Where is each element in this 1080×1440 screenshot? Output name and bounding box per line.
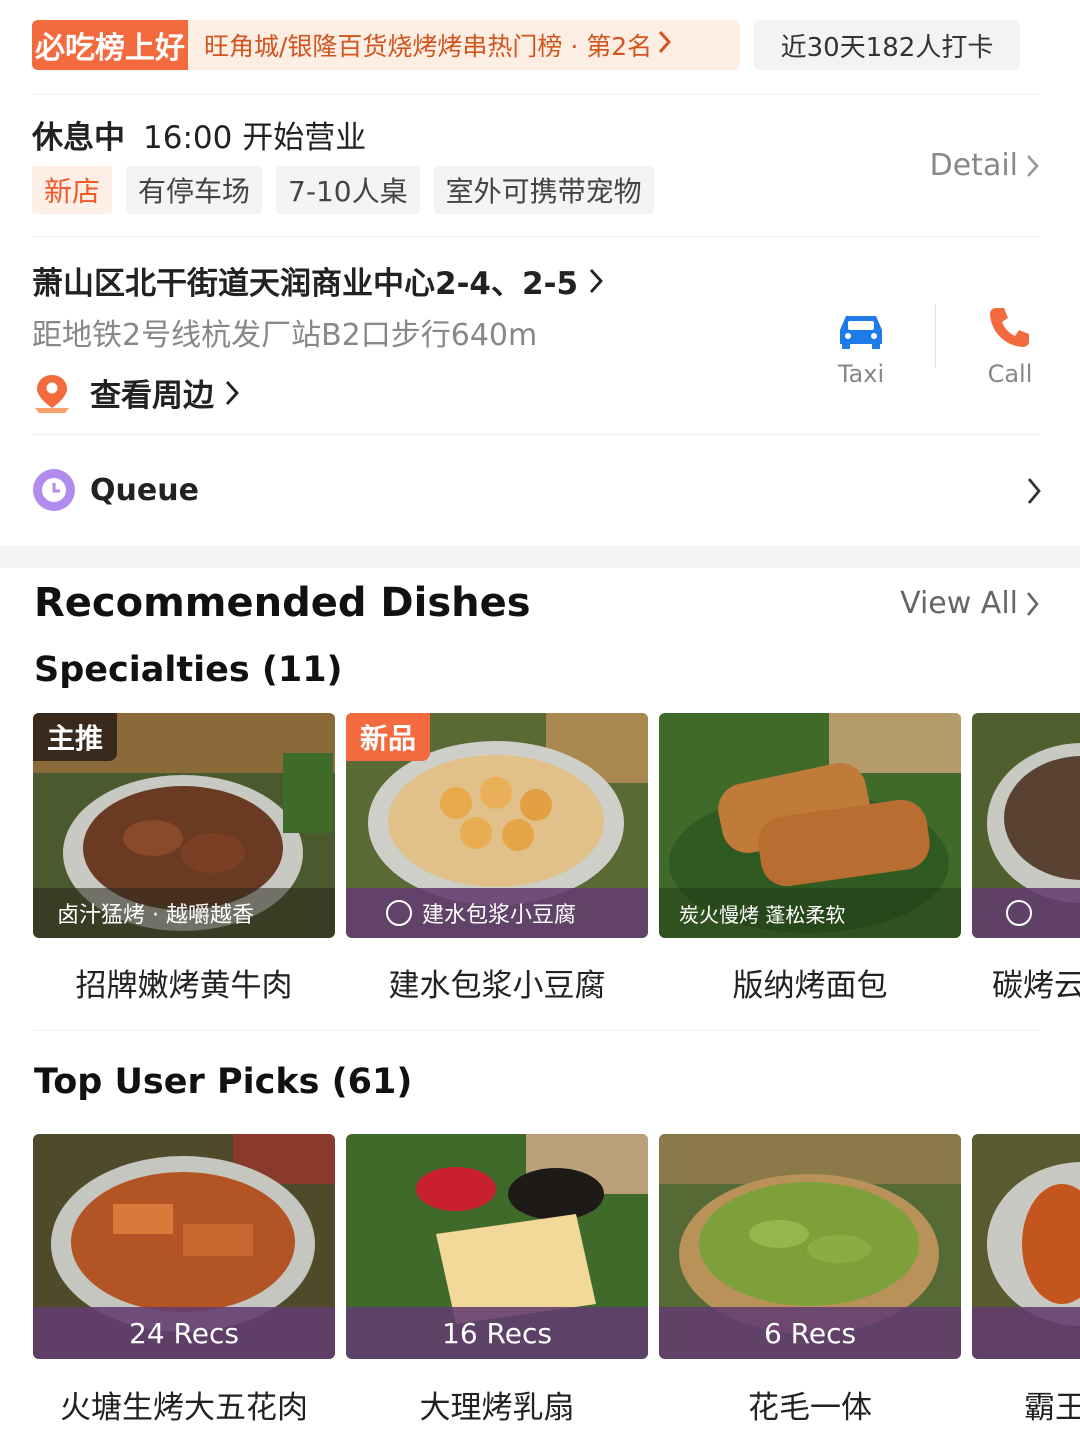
specialties-title: Specialties (11) [34,650,343,690]
view-all-label: View All [900,586,1018,621]
dish-name: 花毛一体 [748,1390,872,1426]
recommend-count [972,1307,1080,1359]
dish-name: 碳烤云 [992,968,1080,1004]
photo-caption: 卤汁猛烤 · 越嚼越香 [33,888,335,938]
section-separator [0,546,1080,568]
queue-row[interactable]: Queue [32,468,199,512]
dish-name: 霸王 [1024,1390,1080,1426]
queue-label: Queue [90,472,199,508]
dish-card[interactable]: 16 Recs [346,1134,648,1359]
chevron-right-icon [225,380,239,405]
tag-pets: 室外可携带宠物 [433,166,654,214]
photo-caption-text: 建水包浆小豆腐 [422,903,577,928]
divider [32,434,1040,435]
ranking-logo: 必吃榜上好 [32,20,188,70]
dish-name: 火塘生烤大五花肉 [60,1390,308,1426]
recommend-count: 6 Recs [659,1307,961,1359]
dish-card[interactable] [972,1134,1080,1359]
dish-card[interactable]: 主推 卤汁猛烤 · 越嚼越香 [33,713,335,938]
open-time: 16:00 开始营业 [143,120,367,156]
dish-card[interactable]: 6 Recs [659,1134,961,1359]
taxi-icon [840,316,882,349]
clock-icon [33,469,75,511]
call-button[interactable]: Call [955,296,1065,388]
dish-card[interactable]: 新品 建水包浆小豆腐 [346,713,648,938]
taxi-label: Taxi [837,360,885,388]
dish-card[interactable]: 24 Recs [33,1134,335,1359]
brand-seal-icon [386,900,412,926]
tag-parking: 有停车场 [126,166,263,214]
photo-caption: 建水包浆小豆腐 [346,888,648,938]
checkin-count-chip[interactable]: 近30天182人打卡 [754,20,1020,70]
view-all-link[interactable]: View All [900,586,1040,621]
photo-caption [972,888,1080,938]
chevron-right-icon [589,268,603,293]
ranking-text: 旺角城/银隆百货烧烤烤串热门榜 · 第2名 [204,32,653,61]
recommend-count: 24 Recs [33,1307,335,1359]
chevron-right-icon[interactable] [1026,476,1042,506]
chevron-right-icon [658,30,672,61]
dish-name: 大理烤乳扇 [419,1390,575,1426]
divider [32,94,1040,95]
detail-link[interactable]: Detail [930,148,1040,183]
badge-featured: 主推 [33,713,118,761]
dish-card[interactable] [972,713,1080,938]
chevron-right-icon [1027,154,1039,177]
dish-name: 建水包浆小豆腐 [388,968,606,1004]
recommended-title: Recommended Dishes [34,580,531,626]
subway-distance: 距地铁2号线杭发厂站B2口步行640m [32,318,538,353]
feature-tags: 新店 有停车场 7-10人桌 室外可携带宠物 [32,166,654,214]
nearby-link[interactable]: 查看周边 [32,370,240,415]
photo-caption: 炭火慢烤 蓬松柔软 [659,888,961,938]
dish-card[interactable]: 炭火慢烤 蓬松柔软 [659,713,961,938]
phone-icon [990,308,1029,347]
tag-new-store: 新店 [32,166,113,214]
nearby-label: 查看周边 [90,378,214,414]
divider [34,1030,1040,1031]
chevron-right-icon [1026,591,1039,616]
detail-label: Detail [929,148,1018,183]
brand-seal-icon [1006,900,1032,926]
top-picks-title: Top User Picks (61) [34,1062,413,1102]
address-link[interactable]: 萧山区北干街道天润商业中心2-4、2-5 [32,258,604,303]
divider [32,236,1040,237]
badge-new: 新品 [346,713,431,761]
ranking-chip[interactable]: 必吃榜上好 旺角城/银隆百货烧烤烤串热门榜 · 第2名 [32,20,740,70]
address-text: 萧山区北干街道天润商业中心2-4、2-5 [32,266,579,302]
dish-name: 招牌嫩烤黄牛肉 [75,968,293,1004]
taxi-button[interactable]: Taxi [806,296,916,388]
dish-name: 版纳烤面包 [732,968,888,1004]
location-pin-icon [35,374,69,413]
call-label: Call [987,360,1033,388]
open-status: 休息中 [32,120,125,156]
business-hours: 休息中 16:00 开始营业 [32,112,366,157]
tag-table-size: 7-10人桌 [276,166,420,214]
divider [935,304,936,368]
recommend-count: 16 Recs [346,1307,648,1359]
